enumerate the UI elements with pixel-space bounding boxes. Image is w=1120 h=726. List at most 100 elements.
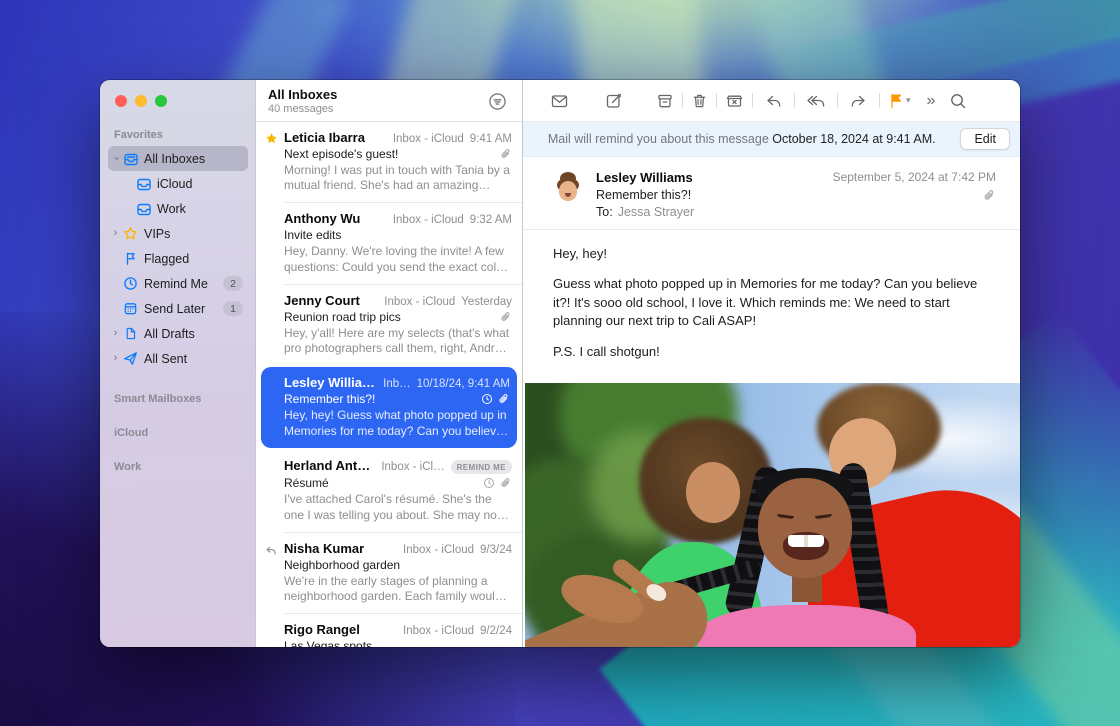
sidebar-item-label: All Inboxes: [144, 152, 205, 166]
mailbox-label: Inbox - iCloud: [393, 214, 464, 226]
reply-all-icon[interactable]: [795, 92, 837, 110]
paper-plane-icon: [122, 351, 139, 367]
mail-window: Favorites › All Inboxes iCloud Work: [100, 80, 1020, 647]
message-time: 9/3/24: [480, 544, 512, 556]
sender-name: Rigo Rangel: [284, 622, 397, 637]
sidebar-item-label: Work: [157, 202, 186, 216]
flag-button-group[interactable]: ▾: [880, 92, 919, 109]
forward-icon[interactable]: [838, 92, 879, 110]
reminder-date: October 18, 2024 at 9:41 AM.: [772, 132, 935, 146]
message-date: September 5, 2024 at 7:42 PM: [833, 170, 996, 184]
list-item[interactable]: Jenny Court Inbox - iCloud Yesterday Reu…: [256, 285, 522, 365]
body-paragraph: Hey, hey!: [553, 245, 990, 263]
mailbox-label: Inbox - iCloud: [384, 296, 455, 308]
message-body: Hey, hey! Guess what photo popped up in …: [523, 230, 1020, 377]
reply-arrow-icon: [263, 545, 279, 557]
zoom-window-button[interactable]: [155, 95, 167, 107]
sidebar-item-all-drafts[interactable]: › All Drafts: [108, 321, 248, 346]
sidebar-item-work-inbox[interactable]: Work: [108, 196, 248, 221]
body-paragraph: P.S. I call shotgun!: [553, 343, 990, 361]
chevron-right-icon[interactable]: ›: [110, 228, 121, 239]
list-item-selected[interactable]: Lesley Williams Inb… 10/18/24, 9:41 AM R…: [261, 367, 517, 447]
sidebar-section-icloud[interactable]: iCloud: [108, 427, 248, 439]
mailbox-label: Inbox - iCl…: [381, 461, 444, 473]
message-subject: Neighborhood garden: [284, 558, 512, 572]
list-item[interactable]: Herland Antezana Inbox - iCl… REMIND ME …: [256, 450, 522, 532]
clock-icon: [483, 477, 495, 489]
close-window-button[interactable]: [115, 95, 127, 107]
sidebar-item-all-sent[interactable]: › All Sent: [108, 346, 248, 371]
photo-person-center: [788, 535, 824, 547]
reply-icon[interactable]: [753, 92, 794, 110]
sidebar-item-label: iCloud: [157, 177, 192, 191]
traffic-lights: [100, 80, 255, 107]
sidebar-item-label: VIPs: [144, 227, 170, 241]
sender-name: Leticia Ibarra: [284, 130, 387, 145]
trash-icon[interactable]: [683, 92, 716, 110]
mailbox-label: Inbox - iCloud: [393, 133, 464, 145]
minimize-window-button[interactable]: [135, 95, 147, 107]
list-item[interactable]: Anthony Wu Inbox - iCloud 9:32 AM Invite…: [256, 203, 522, 283]
mailbox-title: All Inboxes: [268, 87, 510, 102]
photo-attachment[interactable]: [525, 383, 1020, 647]
archive-icon[interactable]: [648, 92, 682, 110]
recipient-name[interactable]: Jessa Strayer: [618, 205, 694, 219]
message-preview: We're in the early stages of planning a …: [284, 574, 512, 604]
message-subject: Reunion road trip pics: [284, 310, 500, 324]
list-item[interactable]: Rigo Rangel Inbox - iCloud 9/2/24 Las Ve…: [256, 614, 522, 647]
edit-reminder-button[interactable]: Edit: [960, 128, 1010, 150]
chevron-down-icon[interactable]: ›: [110, 153, 121, 164]
get-mail-icon[interactable]: [539, 92, 580, 110]
junk-icon[interactable]: [717, 92, 752, 110]
sidebar-item-icloud-inbox[interactable]: iCloud: [108, 171, 248, 196]
message-header: Lesley Williams Remember this?! To:Jessa…: [523, 157, 1020, 230]
avatar[interactable]: [553, 172, 583, 208]
message-preview: Hey, hey! Guess what photo popped up in …: [284, 408, 510, 438]
sidebar-item-label: Remind Me: [144, 277, 208, 291]
chevron-right-icon[interactable]: ›: [110, 353, 121, 364]
sidebar-section-work[interactable]: Work: [108, 461, 248, 473]
sidebar-item-all-inboxes[interactable]: › All Inboxes: [108, 146, 248, 171]
flag-icon[interactable]: [888, 92, 904, 109]
sidebar-item-remind-me[interactable]: Remind Me 2: [108, 271, 248, 296]
message-pane: ▾ » Mail will remind you about this mess…: [523, 80, 1020, 647]
list-item[interactable]: Nisha Kumar Inbox - iCloud 9/3/24 Neighb…: [256, 533, 522, 613]
count-badge: 1: [223, 301, 243, 316]
chevron-right-icon[interactable]: ›: [110, 328, 121, 339]
chevron-down-icon[interactable]: ▾: [906, 95, 911, 106]
sidebar-section-favorites: Favorites: [108, 129, 248, 141]
sidebar-item-label: All Drafts: [144, 327, 195, 341]
clock-icon: [481, 393, 493, 405]
sidebar: Favorites › All Inboxes iCloud Work: [100, 80, 255, 647]
filter-icon[interactable]: [487, 91, 508, 112]
sidebar-item-label: Send Later: [144, 302, 205, 316]
reminder-text-label: Mail will remind you about this message: [548, 132, 769, 146]
message-time: 10/18/24, 9:41 AM: [417, 378, 510, 390]
unread-badge: 2: [223, 276, 243, 291]
calendar-icon: [122, 301, 139, 317]
photo-person-center: [758, 478, 852, 578]
sidebar-item-send-later[interactable]: Send Later 1: [108, 296, 248, 321]
mailbox-label: Inbox - iCloud: [403, 625, 474, 637]
sender-name: Anthony Wu: [284, 211, 387, 226]
star-icon: [263, 132, 279, 145]
message-sender: Lesley Williams: [596, 170, 833, 185]
more-icon[interactable]: »: [919, 92, 942, 110]
body-paragraph: Guess what photo popped up in Memories f…: [553, 275, 990, 330]
message-time: 9/2/24: [480, 625, 512, 637]
sidebar-item-label: Flagged: [144, 252, 189, 266]
paperclip-icon: [500, 311, 512, 323]
inbox-icon: [135, 201, 152, 217]
paperclip-icon: [500, 477, 512, 489]
message-subject: Las Vegas spots: [284, 639, 512, 647]
sidebar-item-flagged[interactable]: Flagged: [108, 246, 248, 271]
message-subject: Résumé: [284, 476, 483, 490]
search-icon[interactable]: [941, 92, 975, 110]
compose-icon[interactable]: [594, 92, 634, 110]
toolbar: ▾ »: [523, 80, 1020, 122]
list-item[interactable]: Leticia Ibarra Inbox - iCloud 9:41 AM Ne…: [256, 122, 522, 202]
remind-me-badge: REMIND ME: [451, 460, 512, 474]
sidebar-item-vips[interactable]: › VIPs: [108, 221, 248, 246]
sender-name: Nisha Kumar: [284, 541, 397, 556]
message-preview: I've attached Carol's résumé. She's the …: [284, 492, 512, 522]
